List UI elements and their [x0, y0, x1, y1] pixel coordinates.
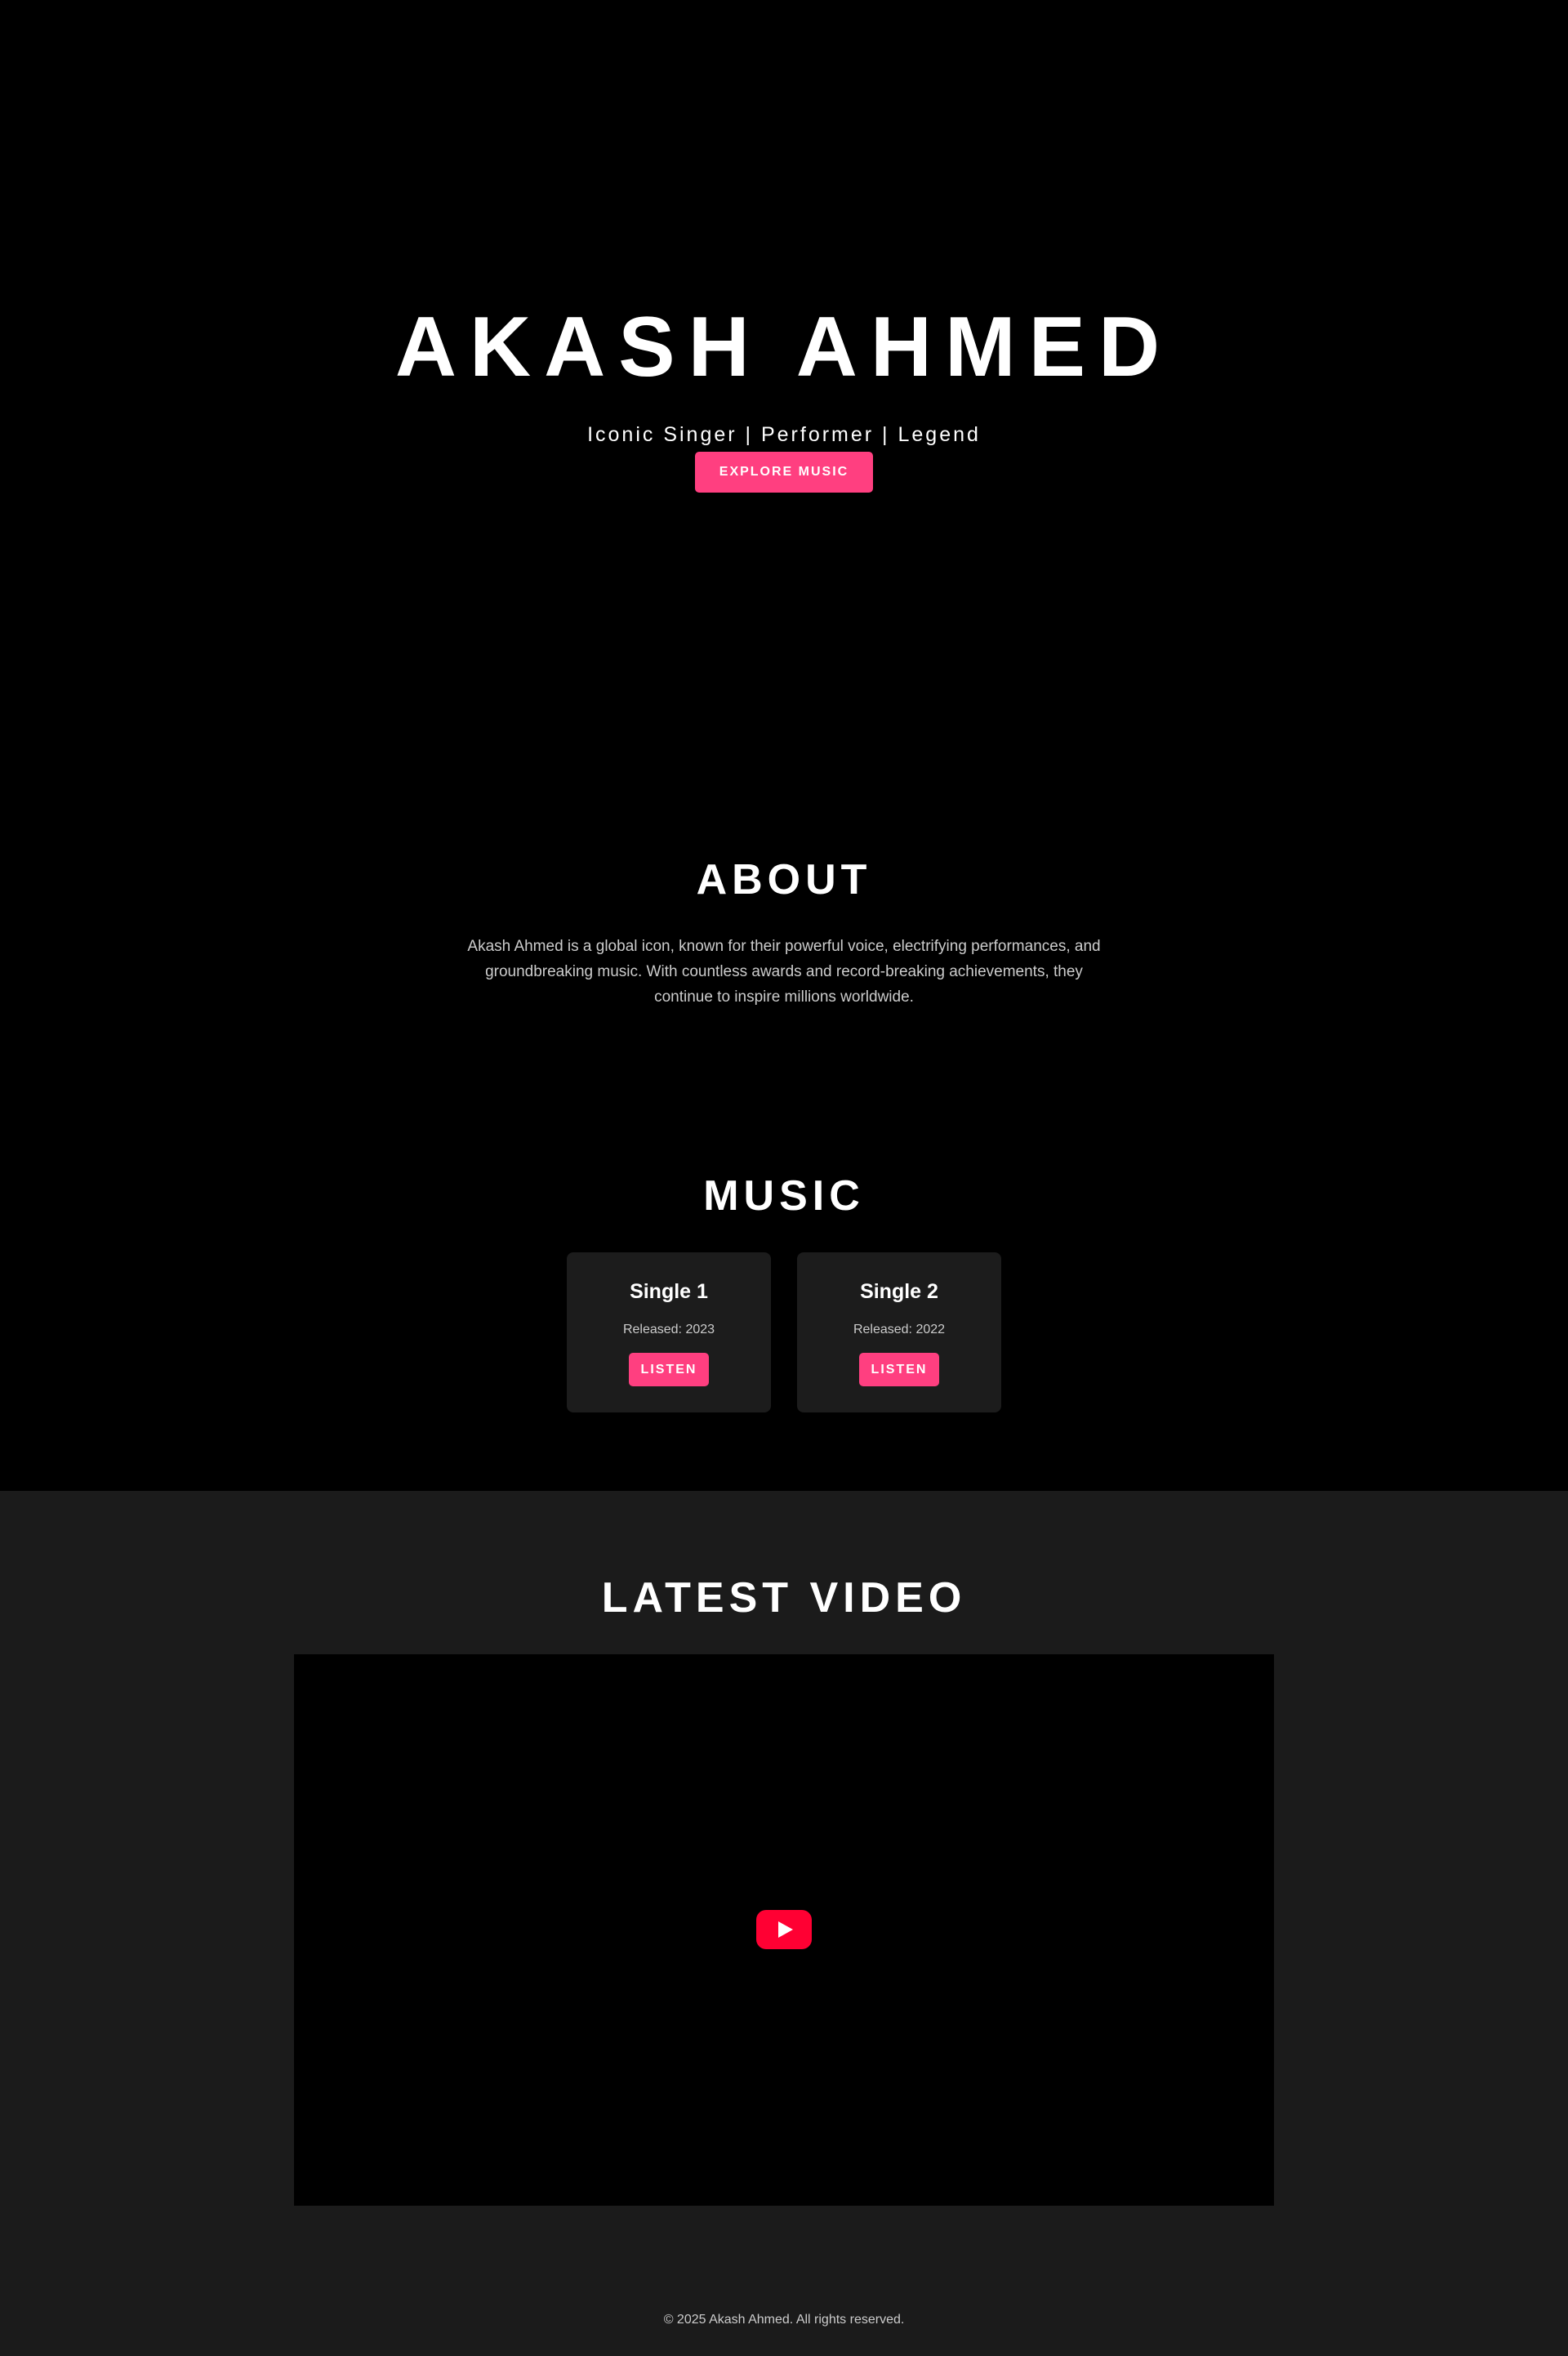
- hero-title: AKASH AHMED: [394, 300, 1174, 395]
- single-card: Single 1 Released: 2023 LISTEN: [567, 1252, 771, 1412]
- listen-button[interactable]: LISTEN: [629, 1353, 709, 1386]
- single-card: Single 2 Released: 2022 LISTEN: [797, 1252, 1001, 1412]
- latest-video-title: LATEST VIDEO: [601, 1574, 967, 1622]
- video-player[interactable]: [294, 1654, 1274, 2206]
- youtube-play-icon[interactable]: [756, 1910, 812, 1949]
- single-title: Single 1: [630, 1280, 708, 1303]
- about-title: ABOUT: [696, 856, 872, 904]
- single-release-date: Released: 2022: [853, 1323, 946, 1336]
- music-title: MUSIC: [703, 1172, 865, 1220]
- single-title: Single 2: [860, 1280, 938, 1303]
- hero-subtitle: Iconic Singer | Performer | Legend: [587, 423, 981, 446]
- play-triangle-icon: [778, 1921, 793, 1938]
- single-release-date: Released: 2023: [622, 1323, 715, 1336]
- page: AKASH AHMED Iconic Singer | Performer | …: [0, 0, 1568, 2356]
- listen-button[interactable]: LISTEN: [859, 1353, 939, 1386]
- hero-section: AKASH AHMED Iconic Singer | Performer | …: [0, 0, 1568, 784]
- about-text: Akash Ahmed is a global icon, known for …: [467, 938, 1101, 1006]
- footer-copyright: © 2025 Akash Ahmed. All rights reserved.: [663, 2313, 905, 2327]
- explore-music-button[interactable]: EXPLORE MUSIC: [695, 452, 873, 493]
